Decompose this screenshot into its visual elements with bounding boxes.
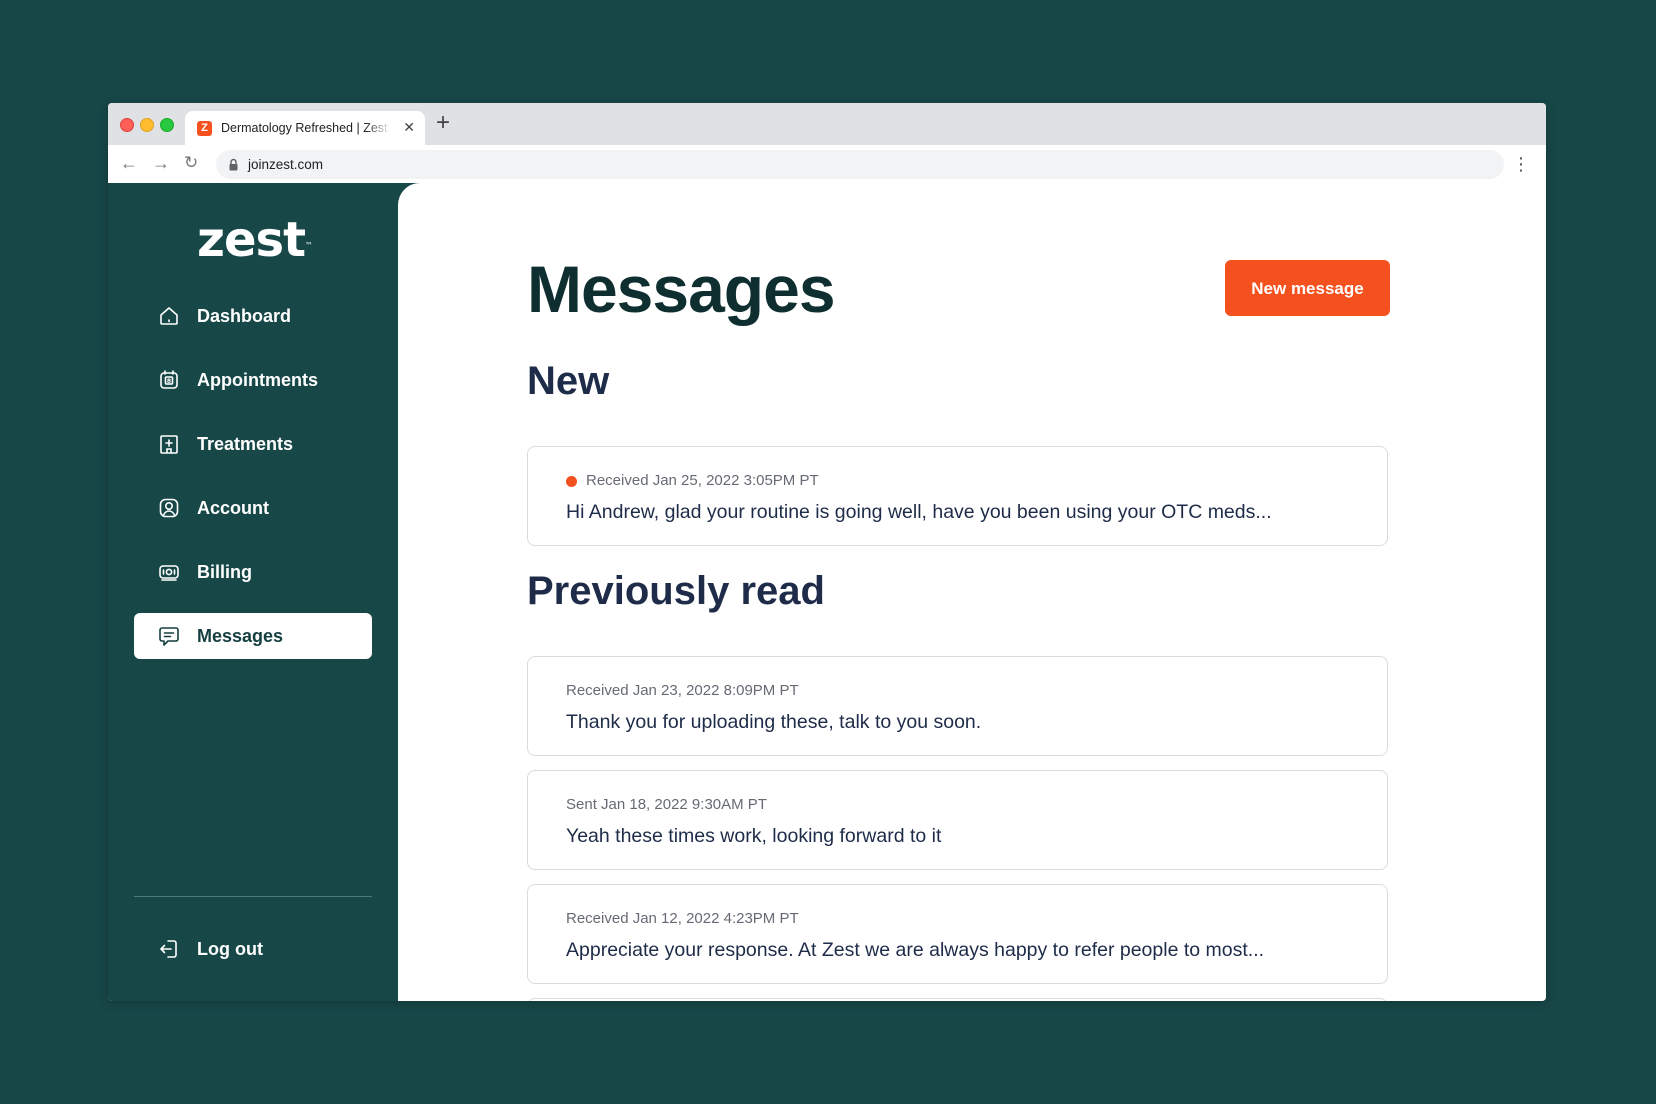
svg-text:8: 8 <box>167 378 171 385</box>
medical-building-icon <box>160 435 178 454</box>
logo-text: zest <box>197 212 306 268</box>
tab-bar: Z Dermatology Refreshed | Zest ✕ + <box>108 103 1546 145</box>
cash-icon <box>159 565 179 581</box>
url-text: joinzest.com <box>248 157 324 172</box>
sidebar-item-label: Dashboard <box>197 306 292 326</box>
sidebar-item-treatments[interactable]: Treatments <box>134 421 372 467</box>
logout-button[interactable]: Log out <box>134 926 372 972</box>
sidebar-item-account[interactable]: Account <box>134 485 372 531</box>
message-card-partial[interactable] <box>527 998 1388 1001</box>
browser-window: Z Dermatology Refreshed | Zest ✕ + ← → ↻… <box>108 103 1546 1001</box>
message-card[interactable]: Sent Jan 18, 2022 9:30AM PT Yeah these t… <box>527 770 1388 870</box>
message-meta: Received Jan 12, 2022 4:23PM PT <box>566 910 799 927</box>
message-preview: Thank you for uploading these, talk to y… <box>566 711 982 733</box>
message-meta: Received Jan 23, 2022 8:09PM PT <box>566 682 799 699</box>
chat-icon <box>159 627 179 646</box>
minimize-window-button[interactable] <box>140 118 154 132</box>
message-meta: Received Jan 25, 2022 3:05PM PT <box>586 472 819 489</box>
unread-indicator <box>566 476 577 487</box>
message-card[interactable]: Received Jan 23, 2022 8:09PM PT Thank yo… <box>527 656 1388 756</box>
tab-title: Dermatology Refreshed | Zest <box>221 121 388 135</box>
message-card[interactable]: Received Jan 25, 2022 3:05PM PT Hi Andre… <box>527 446 1388 546</box>
zest-logo[interactable]: zest™ <box>197 212 313 268</box>
message-preview: Appreciate your response. At Zest we are… <box>566 939 1265 961</box>
section-title-previously-read: Previously read <box>527 569 825 613</box>
close-tab-icon[interactable]: ✕ <box>403 119 415 136</box>
logout-icon <box>160 940 177 958</box>
new-message-button[interactable]: New message <box>1225 260 1390 316</box>
sidebar-item-billing[interactable]: Billing <box>134 549 372 595</box>
message-card[interactable]: Received Jan 12, 2022 4:23PM PT Apprecia… <box>527 884 1388 984</box>
trademark-mark: ™ <box>305 241 313 250</box>
calendar-icon: 8 <box>160 370 178 389</box>
app-container: zest™ Dashboard 8 Appointments Treatment… <box>108 183 1546 1001</box>
close-window-button[interactable] <box>120 118 134 132</box>
message-meta: Sent Jan 18, 2022 9:30AM PT <box>566 796 767 813</box>
section-title-new: New <box>527 359 610 403</box>
page-title: Messages <box>527 252 836 326</box>
home-icon <box>160 307 178 325</box>
message-preview: Hi Andrew, glad your routine is going we… <box>566 501 1272 523</box>
logout-label: Log out <box>197 939 263 959</box>
browser-menu-icon[interactable]: ⋮ <box>1512 154 1530 174</box>
lock-icon <box>229 158 238 171</box>
sidebar-item-label: Appointments <box>197 370 318 390</box>
sidebar-item-label: Billing <box>197 562 252 582</box>
sidebar-item-label: Messages <box>197 626 284 646</box>
sidebar-item-dashboard[interactable]: Dashboard <box>134 293 372 339</box>
back-arrow-icon[interactable]: ← <box>120 153 138 173</box>
sidebar-item-label: Treatments <box>197 434 294 454</box>
favicon-icon: Z <box>197 121 212 136</box>
sidebar: zest™ Dashboard 8 Appointments Treatment… <box>108 183 398 1001</box>
sidebar-item-label: Account <box>197 498 269 518</box>
user-icon <box>159 498 179 518</box>
reload-icon[interactable]: ↻ <box>184 153 198 173</box>
browser-toolbar: ← → ↻ joinzest.com ⋮ <box>108 145 1546 186</box>
browser-tab[interactable]: Z Dermatology Refreshed | Zest ✕ <box>185 111 425 145</box>
sidebar-item-messages[interactable]: Messages <box>134 613 372 659</box>
sidebar-divider <box>134 896 372 897</box>
forward-arrow-icon[interactable]: → <box>152 153 170 173</box>
sidebar-item-appointments[interactable]: 8 Appointments <box>134 357 372 403</box>
new-tab-icon[interactable]: + <box>436 111 450 135</box>
main-content: Messages New message New Received Jan 25… <box>398 183 1546 1001</box>
message-preview: Yeah these times work, looking forward t… <box>566 825 942 847</box>
maximize-window-button[interactable] <box>160 118 174 132</box>
address-bar[interactable]: joinzest.com <box>216 150 1504 179</box>
